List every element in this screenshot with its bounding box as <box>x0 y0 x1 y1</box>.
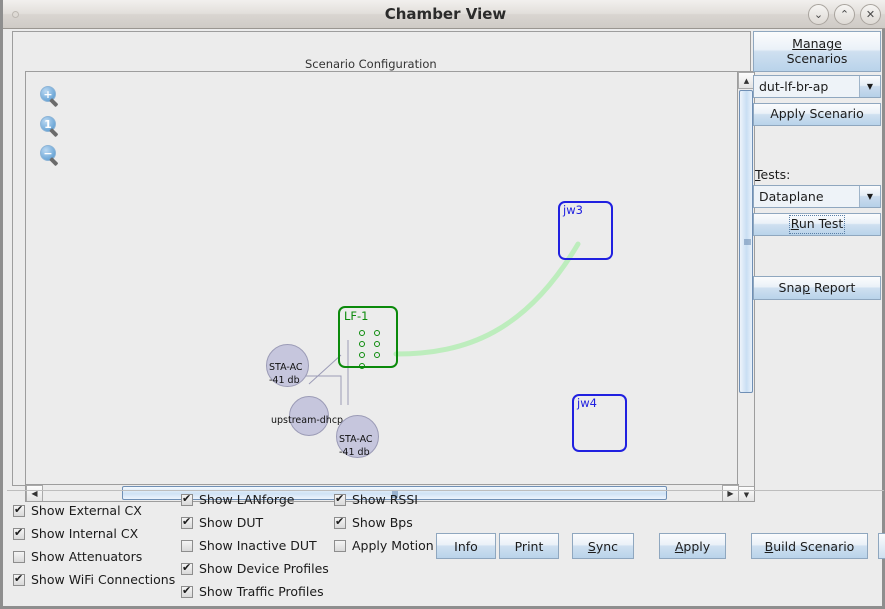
snap-report-button[interactable]: Snap Report <box>753 276 881 300</box>
checkbox-show-rssi[interactable]: Show RSSI <box>334 492 418 507</box>
checkbox-label: Show RSSI <box>352 492 418 507</box>
checkbox-label: Show Attenuators <box>31 549 143 564</box>
checkbox-show-bps[interactable]: Show Bps <box>334 515 413 530</box>
checkbox-label: Show Device Profiles <box>199 561 329 576</box>
chevron-down-icon[interactable]: ▼ <box>860 186 880 207</box>
chevron-down-icon[interactable]: ▼ <box>860 76 880 97</box>
close-icon[interactable]: ✕ <box>860 4 881 25</box>
checkbox-box[interactable] <box>181 515 193 529</box>
group-title: Scenario Configuration <box>301 57 441 71</box>
checkbox-show-attenuators[interactable]: Show Attenuators <box>13 549 142 564</box>
checkbox-label: Apply Motion <box>352 538 434 553</box>
link-upstream-lf1 <box>308 354 342 385</box>
maximize-icon[interactable]: ⌃ <box>834 4 855 25</box>
checkbox-box[interactable] <box>13 526 25 540</box>
traffic-link-lf1-jw3 <box>393 241 581 357</box>
node-upstream-dhcp-label: upstream-dhcp <box>271 415 344 426</box>
lf1-port-icon <box>359 330 365 336</box>
zoom-out-icon[interactable]: − <box>40 145 62 167</box>
checkbox-label: Show Inactive DUT <box>199 538 317 553</box>
checkbox-box[interactable] <box>181 561 193 575</box>
manage-scenarios-line1: Manage <box>792 36 842 52</box>
window-controls: ⌄ ⌃ ✕ <box>808 4 881 25</box>
checkbox-label: Show Internal CX <box>31 526 139 541</box>
checkbox-show-dut[interactable]: Show DUT <box>181 515 263 530</box>
node-sta-ac-2-label: STA-AC <box>339 434 373 445</box>
test-select[interactable]: Dataplane ▼ <box>753 185 881 208</box>
lf1-port-icon <box>359 352 365 358</box>
checkbox-box[interactable] <box>334 492 346 506</box>
checkbox-label: Show External CX <box>31 503 142 518</box>
print-button[interactable]: Print <box>499 533 559 559</box>
build-scenario-button[interactable]: Build Scenario <box>751 533 868 559</box>
checkbox-label: Show WiFi Connections <box>31 572 176 587</box>
checkbox-box[interactable] <box>13 503 25 517</box>
node-sta-ac-2-rssi: -41 db <box>339 447 370 458</box>
node-sta-ac-1-label: STA-AC <box>269 362 303 373</box>
checkbox-apply-motion[interactable]: Apply Motion <box>334 538 434 553</box>
checkbox-box[interactable] <box>13 572 25 586</box>
checkbox-label: Show LANforge <box>199 492 295 507</box>
checkbox-label: Show DUT <box>199 515 264 530</box>
checkbox-box[interactable] <box>13 550 25 563</box>
clipped-edge-widget[interactable] <box>878 533 885 559</box>
chamber-view-window: Chamber View ⌄ ⌃ ✕ Scenario Configuratio… <box>0 0 885 609</box>
checkbox-show-external-cx[interactable]: Show External CX <box>13 503 142 518</box>
tests-label: Tests: <box>755 167 791 182</box>
checkbox-box[interactable] <box>181 492 193 506</box>
scenario-select-value: dut-lf-br-ap <box>754 76 860 97</box>
checkbox-box[interactable] <box>181 584 193 598</box>
canvas-viewport[interactable]: + 1 − STA-AC -41 db upstream-dhcp STA-AC <box>25 71 755 502</box>
info-button[interactable]: Info <box>436 533 496 559</box>
test-select-value: Dataplane <box>754 186 860 207</box>
checkbox-box[interactable] <box>334 515 346 529</box>
lf1-port-icon <box>374 352 380 358</box>
options-panel: Show External CX Show Internal CX Show A… <box>7 490 885 602</box>
checkbox-show-wifi-connections[interactable]: Show WiFi Connections <box>13 572 175 587</box>
canvas-vertical-scrollbar[interactable]: ▲ ▼ <box>737 72 754 501</box>
manage-scenarios-line2: Scenarios <box>786 50 848 66</box>
scenario-configuration-group: Scenario Configuration + 1 − STA-AC -41 … <box>12 31 755 502</box>
checkbox-show-inactive-dut[interactable]: Show Inactive DUT <box>181 538 317 553</box>
run-test-button[interactable]: Run Test <box>753 213 881 236</box>
connection-layer <box>294 241 581 405</box>
zoom-reset-icon[interactable]: 1 <box>40 116 62 138</box>
apply-button[interactable]: Apply <box>659 533 726 559</box>
checkbox-box[interactable] <box>334 539 346 552</box>
checkbox-show-internal-cx[interactable]: Show Internal CX <box>13 526 138 541</box>
lf1-port-icon <box>374 330 380 336</box>
checkbox-label: Show Bps <box>352 515 413 530</box>
minimize-icon[interactable]: ⌄ <box>808 4 829 25</box>
run-test-label: Run Test <box>788 215 846 234</box>
node-lf-1-label: LF-1 <box>344 309 369 323</box>
lf1-port-icon <box>359 363 365 369</box>
lf1-port-icon <box>374 341 380 347</box>
scenario-select[interactable]: dut-lf-br-ap ▼ <box>753 75 881 98</box>
sync-button[interactable]: Sync <box>572 533 634 559</box>
node-sta-ac-1-rssi: -41 db <box>269 375 300 386</box>
apply-label: Apply <box>674 538 711 554</box>
checkbox-show-traffic-profiles[interactable]: Show Traffic Profiles <box>181 584 324 599</box>
sync-label: Sync <box>587 538 619 554</box>
node-jw3-label: jw3 <box>563 203 583 217</box>
checkbox-show-lanforge[interactable]: Show LANforge <box>181 492 294 507</box>
snap-report-label: Snap Report <box>778 279 856 295</box>
apply-scenario-button[interactable]: Apply Scenario <box>753 103 881 126</box>
build-scenario-label: Build Scenario <box>764 538 855 554</box>
title-bar: Chamber View ⌄ ⌃ ✕ <box>3 0 885 29</box>
zoom-in-icon[interactable]: + <box>40 86 62 108</box>
lf1-port-icon <box>359 341 365 347</box>
vertical-scroll-thumb[interactable] <box>739 90 753 393</box>
node-jw4-label: jw4 <box>577 396 597 410</box>
chamber-canvas[interactable]: + 1 − STA-AC -41 db upstream-dhcp STA-AC <box>26 72 739 486</box>
checkbox-label: Show Traffic Profiles <box>199 584 324 599</box>
checkbox-show-device-profiles[interactable]: Show Device Profiles <box>181 561 329 576</box>
manage-scenarios-button[interactable]: Manage Scenarios <box>753 31 881 72</box>
window-title: Chamber View <box>384 5 507 23</box>
checkbox-box[interactable] <box>181 539 193 552</box>
